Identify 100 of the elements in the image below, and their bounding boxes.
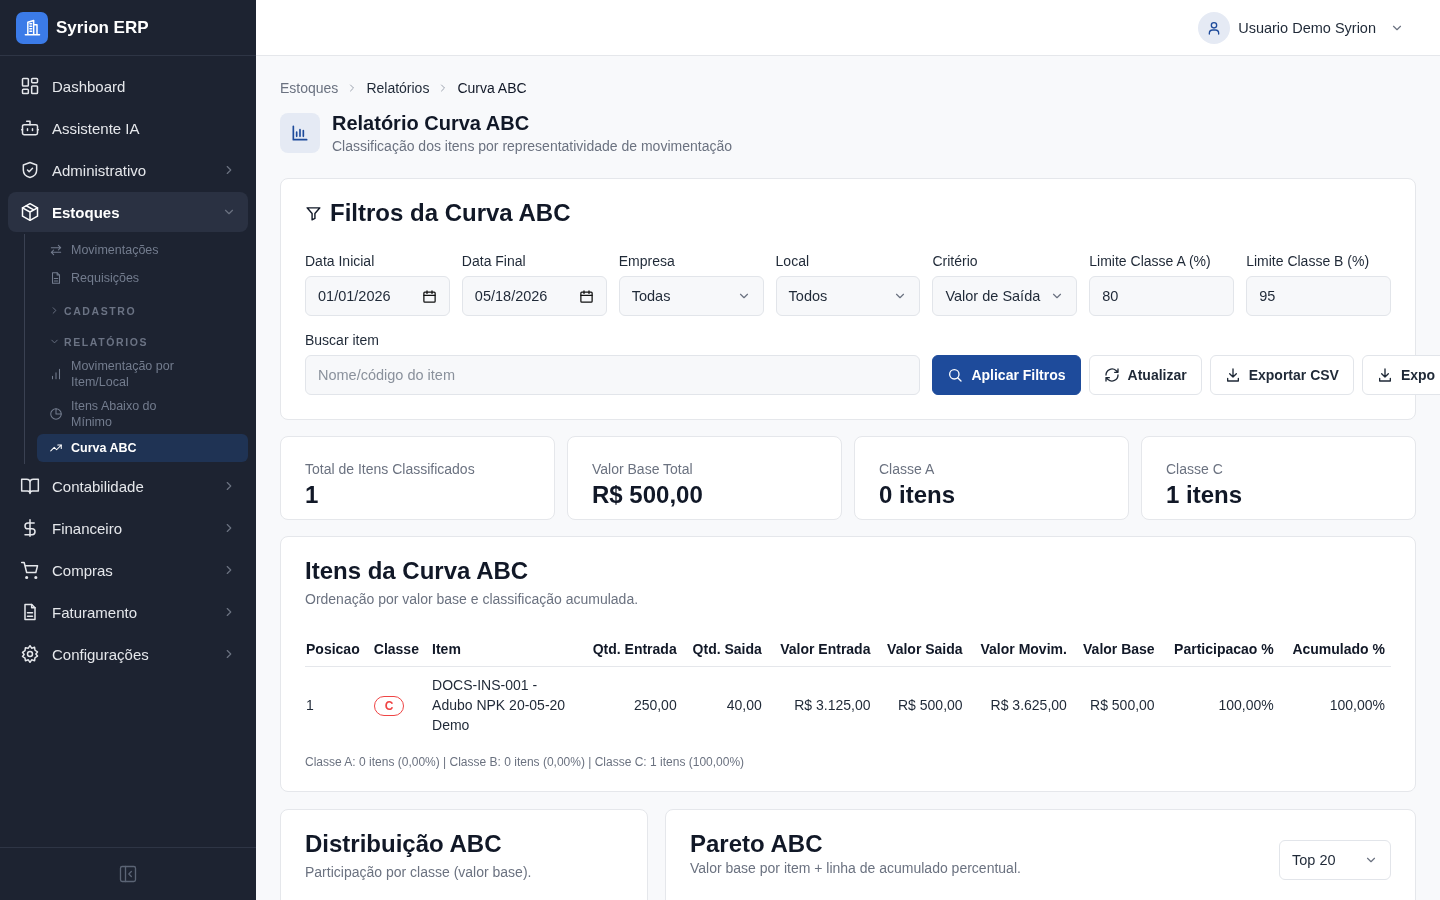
field-label: Limite Classe B (%)	[1246, 253, 1371, 269]
sub-nav-icon	[49, 367, 63, 381]
nav-icon	[20, 118, 40, 138]
field-label: Buscar item	[305, 332, 380, 348]
panel-title: Distribuição ABC	[305, 830, 503, 858]
brand-name: Syrion ERP	[56, 17, 149, 38]
column-header: Item	[431, 633, 582, 667]
sub-nav-icon	[49, 441, 63, 455]
action-button[interactable]: Aplicar Filtros	[932, 355, 1081, 395]
column-header: Valor Entrada	[767, 633, 877, 667]
panel-subtitle: Ordenação por valor base e classificação acumulada.	[305, 591, 640, 607]
calendar-icon	[421, 288, 437, 304]
select-field[interactable]: Todos	[775, 276, 921, 316]
nav-item[interactable]: Estoques	[8, 192, 248, 232]
stat-label: Classe C	[1166, 461, 1224, 477]
table-cell: 100,00%	[1160, 666, 1280, 743]
nav-item[interactable]: Administrativo	[8, 150, 248, 190]
breadcrumb-item: Curva ABC	[457, 80, 527, 96]
page-subtitle: Classificação dos itens por representatividade de movimentação	[332, 138, 732, 154]
panel-subtitle: Participação por classe (valor base).	[305, 864, 533, 880]
download-icon	[1376, 367, 1393, 383]
column-header: Qtd. Entrada	[581, 633, 683, 667]
field-label: Critério	[932, 253, 979, 269]
field-label: Data Inicial	[305, 253, 376, 269]
field-label: Empresa	[618, 253, 676, 269]
table-cell: DOCS-INS-001 - Adubo NPK 20-05-20 Demo	[431, 666, 582, 743]
nav-item[interactable]: Faturamento	[8, 592, 248, 632]
building-logo-icon	[16, 11, 48, 44]
select-field[interactable]: Valor de Saída	[932, 276, 1078, 316]
sub-nav-item[interactable]: Itens Abaixo do Mínimo	[37, 394, 248, 434]
sub-nav-item[interactable]: Movimentação por Item/Local	[37, 354, 248, 394]
table-cell: R$ 500,00	[876, 666, 969, 743]
table-cell: 1	[305, 666, 373, 743]
search-field[interactable]: Nome/código do item	[305, 355, 921, 395]
nav-icon	[20, 76, 40, 96]
column-header: Classe	[372, 633, 432, 667]
calendar-icon	[578, 288, 594, 304]
number-field[interactable]: 80	[1089, 276, 1235, 316]
table-cell: 250,00	[581, 666, 683, 743]
nav-item[interactable]: Contabilidade	[8, 466, 248, 506]
column-header: Posicao	[305, 633, 373, 667]
panel-title: Filtros da Curva ABC	[330, 199, 571, 227]
nav-item[interactable]: Assistente IA	[8, 108, 248, 148]
nav-icon	[20, 644, 40, 664]
sub-nav-item[interactable]: Requisições	[37, 264, 248, 292]
stat-label: Classe A	[879, 461, 936, 477]
panel-subtitle: Valor base por item + linha de acumulado percentual.	[690, 860, 1021, 876]
summary-text: Classe A: 0 itens (0,00%) | Classe B: 0 itens (0,00%) | Classe C: 1 itens (100,00%)	[305, 755, 746, 769]
table-cell: R$ 3.625,00	[968, 666, 1073, 743]
date-field[interactable]: 01/01/2026	[305, 276, 450, 316]
field-label: Data Final	[461, 253, 527, 269]
breadcrumb-item[interactable]: Estoques	[280, 80, 339, 96]
action-button[interactable]: Atualizar	[1088, 355, 1202, 395]
table-cell: R$ 500,00	[1072, 666, 1161, 743]
nav-icon	[20, 476, 40, 496]
column-header: Qtd. Saida	[682, 633, 768, 667]
stat-value: 1 itens	[1166, 481, 1244, 509]
sub-nav-icon	[49, 407, 63, 421]
column-header: Valor Movim.	[968, 633, 1073, 667]
download-icon	[1224, 367, 1241, 383]
breadcrumb-item[interactable]: Relatórios	[366, 80, 430, 96]
nav-icon	[20, 160, 40, 180]
user-menu[interactable]: Usuario Demo Syrion	[1238, 19, 1404, 36]
panel-title: Itens da Curva ABC	[305, 557, 530, 585]
field-label: Local	[775, 253, 811, 269]
table-cell: 40,00	[682, 666, 768, 743]
nav-item[interactable]: Configurações	[8, 634, 248, 674]
select-field[interactable]: Top 20	[1279, 840, 1391, 880]
column-header: Participacao %	[1160, 633, 1280, 667]
collapse-sidebar-icon	[118, 864, 138, 884]
select-field[interactable]: Todas	[618, 276, 764, 316]
sub-nav-item[interactable]: Movimentações	[37, 236, 248, 264]
page-title: Relatório Curva ABC	[332, 112, 531, 135]
date-field[interactable]: 05/18/2026	[461, 276, 607, 316]
stat-label: Total de Itens Classificados	[305, 461, 476, 477]
field-label: Limite Classe A (%)	[1089, 253, 1212, 269]
nav-icon	[20, 202, 40, 222]
nav-item[interactable]: Financeiro	[8, 508, 248, 548]
action-button[interactable]: Expo	[1361, 355, 1440, 395]
bar-chart-icon	[290, 123, 310, 143]
column-header: Valor Saida	[876, 633, 969, 667]
search-icon	[947, 367, 964, 383]
sub-nav-item[interactable]: Curva ABC	[37, 434, 248, 462]
action-button[interactable]: Exportar CSV	[1209, 355, 1354, 395]
filter-icon	[305, 204, 322, 222]
nav-item[interactable]: Compras	[8, 550, 248, 590]
number-field[interactable]: 95	[1246, 276, 1391, 316]
stat-label: Valor Base Total	[592, 461, 694, 477]
column-header: Acumulado %	[1279, 633, 1391, 667]
column-header: Valor Base	[1072, 633, 1161, 667]
nav-item[interactable]: Dashboard	[8, 66, 248, 106]
avatar[interactable]	[1198, 11, 1231, 44]
refresh-icon	[1103, 367, 1120, 383]
table-cell: 100,00%	[1279, 666, 1391, 743]
sub-nav-icon	[49, 243, 63, 257]
stat-value: 1	[305, 481, 320, 509]
sub-nav-icon	[49, 271, 63, 285]
stat-value: R$ 500,00	[592, 481, 704, 509]
table-cell: R$ 3.125,00	[767, 666, 877, 743]
stat-value: 0 itens	[879, 481, 957, 509]
